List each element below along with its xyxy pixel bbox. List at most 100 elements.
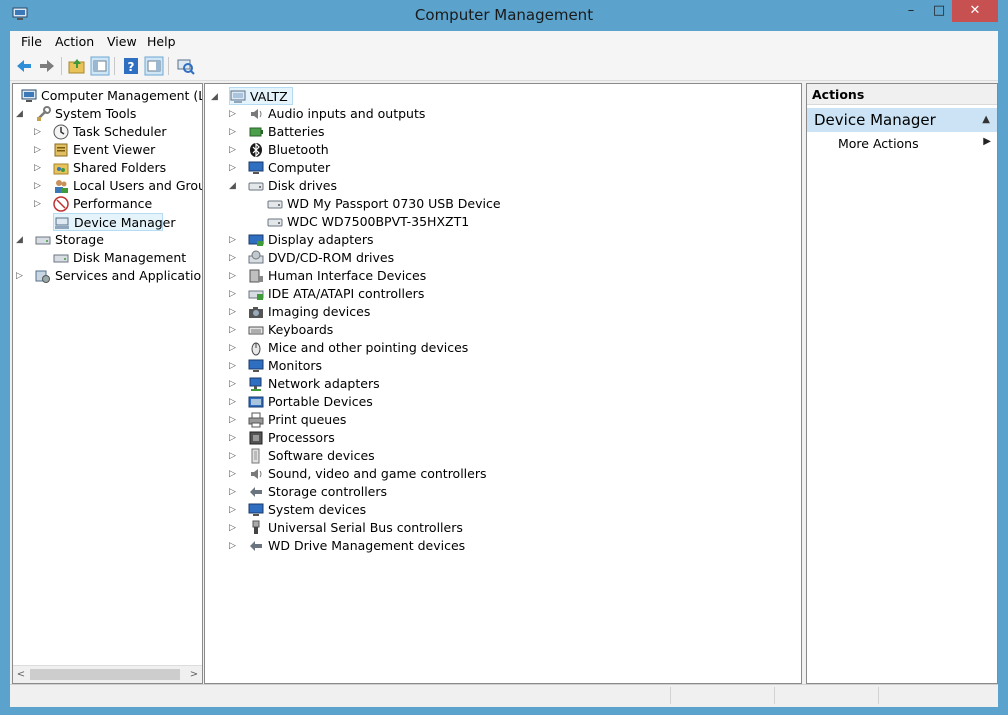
- tree-expander-icon[interactable]: ▷: [228, 321, 237, 339]
- tree-expander-icon[interactable]: ▷: [33, 195, 42, 213]
- tree-expander-icon[interactable]: ▷: [228, 267, 237, 285]
- tree-item-label: Shared Folders: [73, 160, 167, 175]
- tree-expander-icon[interactable]: ◢: [15, 231, 24, 249]
- tree-expander-icon[interactable]: ▷: [228, 357, 237, 375]
- forward-arrow-icon[interactable]: [37, 56, 57, 76]
- network-adapter-icon: [249, 377, 262, 391]
- maximize-button[interactable]: □: [925, 0, 953, 22]
- tree-expander-icon[interactable]: ▷: [228, 465, 237, 483]
- title-bar[interactable]: Computer Management – □ ✕: [0, 0, 1008, 30]
- actions-pane: Actions Device Manager ▲ More Actions ▶: [806, 83, 998, 684]
- svg-text:?: ?: [128, 60, 135, 74]
- tree-expander-icon[interactable]: ▷: [228, 285, 237, 303]
- tree-expander-icon[interactable]: ▷: [228, 231, 237, 249]
- tree-item-label: Imaging devices: [268, 304, 371, 319]
- menu-action[interactable]: Action: [55, 34, 94, 49]
- disk-drive-icon: [248, 182, 264, 191]
- window-title: Computer Management: [414, 6, 594, 24]
- scroll-left-arrow[interactable]: <: [13, 666, 29, 683]
- tree-item-label: Disk Management: [73, 250, 187, 265]
- dvd-drive-icon: [248, 250, 264, 264]
- tree-expander-icon[interactable]: ▷: [228, 339, 237, 357]
- tree-expander-icon[interactable]: ▷: [228, 375, 237, 393]
- disk-drive-icon: [267, 218, 283, 227]
- tree-expander-icon[interactable]: ◢: [15, 105, 24, 123]
- tree-item-label: Computer: [268, 160, 331, 175]
- scan-hardware-icon[interactable]: [175, 56, 195, 76]
- menu-help[interactable]: Help: [147, 34, 176, 49]
- system-tools-icon: [37, 106, 51, 121]
- tree-expander-icon[interactable]: ▷: [228, 159, 237, 177]
- tree-item-label: VALTZ: [250, 89, 288, 104]
- tree-expander-icon[interactable]: ▷: [228, 429, 237, 447]
- show-hide-action-pane-icon[interactable]: [144, 56, 164, 76]
- monitor-icon: [248, 161, 264, 174]
- up-folder-icon[interactable]: [67, 56, 87, 76]
- tree-expander-icon[interactable]: ▷: [33, 141, 42, 159]
- tree-item-label: Keyboards: [268, 322, 334, 337]
- tree-expander-icon[interactable]: [247, 195, 256, 213]
- tree-item-label: Software devices: [268, 448, 375, 463]
- show-hide-console-tree-icon[interactable]: [90, 56, 110, 76]
- tree-item-label: System Tools: [55, 106, 137, 121]
- tree-expander-icon[interactable]: ▷: [228, 519, 237, 537]
- tree-expander-icon[interactable]: ▷: [228, 447, 237, 465]
- tree-item-label: Event Viewer: [73, 142, 156, 157]
- tree-item-label: Universal Serial Bus controllers: [268, 520, 463, 535]
- more-actions-item[interactable]: More Actions: [838, 136, 919, 151]
- tree-expander-icon[interactable]: ▷: [33, 123, 42, 141]
- tree-expander-icon[interactable]: ▷: [228, 105, 237, 123]
- tree-expander-icon[interactable]: [247, 213, 256, 231]
- client-area: < > Computer Management (Local ◢ System To…: [10, 81, 998, 684]
- menu-bar: File Action View Help: [10, 31, 998, 52]
- scroll-right-arrow[interactable]: >: [186, 666, 202, 683]
- actions-group-device-manager[interactable]: Device Manager ▲: [807, 108, 997, 132]
- minimize-button[interactable]: –: [897, 0, 925, 22]
- menu-view[interactable]: View: [107, 34, 137, 49]
- tree-expander-icon[interactable]: [33, 249, 42, 267]
- tree-expander-icon[interactable]: ▷: [228, 141, 237, 159]
- task-scheduler-icon: [53, 124, 69, 140]
- tree-expander-icon[interactable]: ▷: [228, 249, 237, 267]
- tree-expander-icon[interactable]: ◢: [210, 88, 219, 106]
- speaker-icon: [251, 469, 262, 479]
- tree-expander-icon[interactable]: ▷: [228, 303, 237, 321]
- bluetooth-icon: [250, 142, 262, 158]
- tree-item-valtz-root[interactable]: ◢ VALTZ: [211, 87, 293, 105]
- back-arrow-icon[interactable]: [14, 56, 34, 76]
- tree-expander-icon[interactable]: ▷: [228, 483, 237, 501]
- tree-expander-icon[interactable]: ▷: [33, 159, 42, 177]
- menu-file[interactable]: File: [21, 34, 42, 49]
- help-icon[interactable]: ?: [121, 56, 141, 76]
- tree-item-label: Services and Applications: [55, 268, 203, 283]
- computer-management-icon: [21, 89, 37, 102]
- collapse-caret-icon[interactable]: ▲: [982, 108, 990, 132]
- tree-item-label: Processors: [268, 430, 335, 445]
- scroll-thumb[interactable]: [30, 669, 180, 680]
- battery-icon: [249, 127, 263, 137]
- tree-item-label: Local Users and Groups: [73, 178, 202, 193]
- tree-item-label: Portable Devices: [268, 394, 373, 409]
- tree-expander-icon[interactable]: ▷: [228, 537, 237, 555]
- local-users-icon: [55, 180, 68, 193]
- tree-item-label: WD Drive Management devices: [268, 538, 466, 553]
- tree-expander-icon[interactable]: ▷: [228, 501, 237, 519]
- tree-item-label: Performance: [73, 196, 153, 211]
- tree-expander-icon[interactable]: ◢: [228, 177, 237, 195]
- tree-expander-icon[interactable]: ▷: [33, 177, 42, 195]
- tree-expander-icon[interactable]: [34, 214, 43, 232]
- tree-expander-icon[interactable]: ▷: [228, 393, 237, 411]
- tree-expander-icon[interactable]: ▷: [15, 267, 24, 285]
- tree-item-label: Network adapters: [268, 376, 380, 391]
- tree-expander-icon[interactable]: ▷: [228, 411, 237, 429]
- horizontal-scrollbar[interactable]: < >: [13, 665, 202, 683]
- tree-expander-icon[interactable]: ▷: [228, 123, 237, 141]
- tree-item-label: DVD/CD-ROM drives: [268, 250, 395, 265]
- tree-item-device-manager[interactable]: Device Manager: [53, 213, 176, 231]
- hid-icon: [249, 269, 263, 283]
- tree-item-label: Storage: [55, 232, 104, 247]
- console-tree-pane: < > Computer Management (Local ◢ System To…: [12, 83, 203, 684]
- toolbar-separator: [114, 57, 115, 75]
- tree-item-label: Bluetooth: [268, 142, 329, 157]
- close-button[interactable]: ✕: [952, 0, 998, 22]
